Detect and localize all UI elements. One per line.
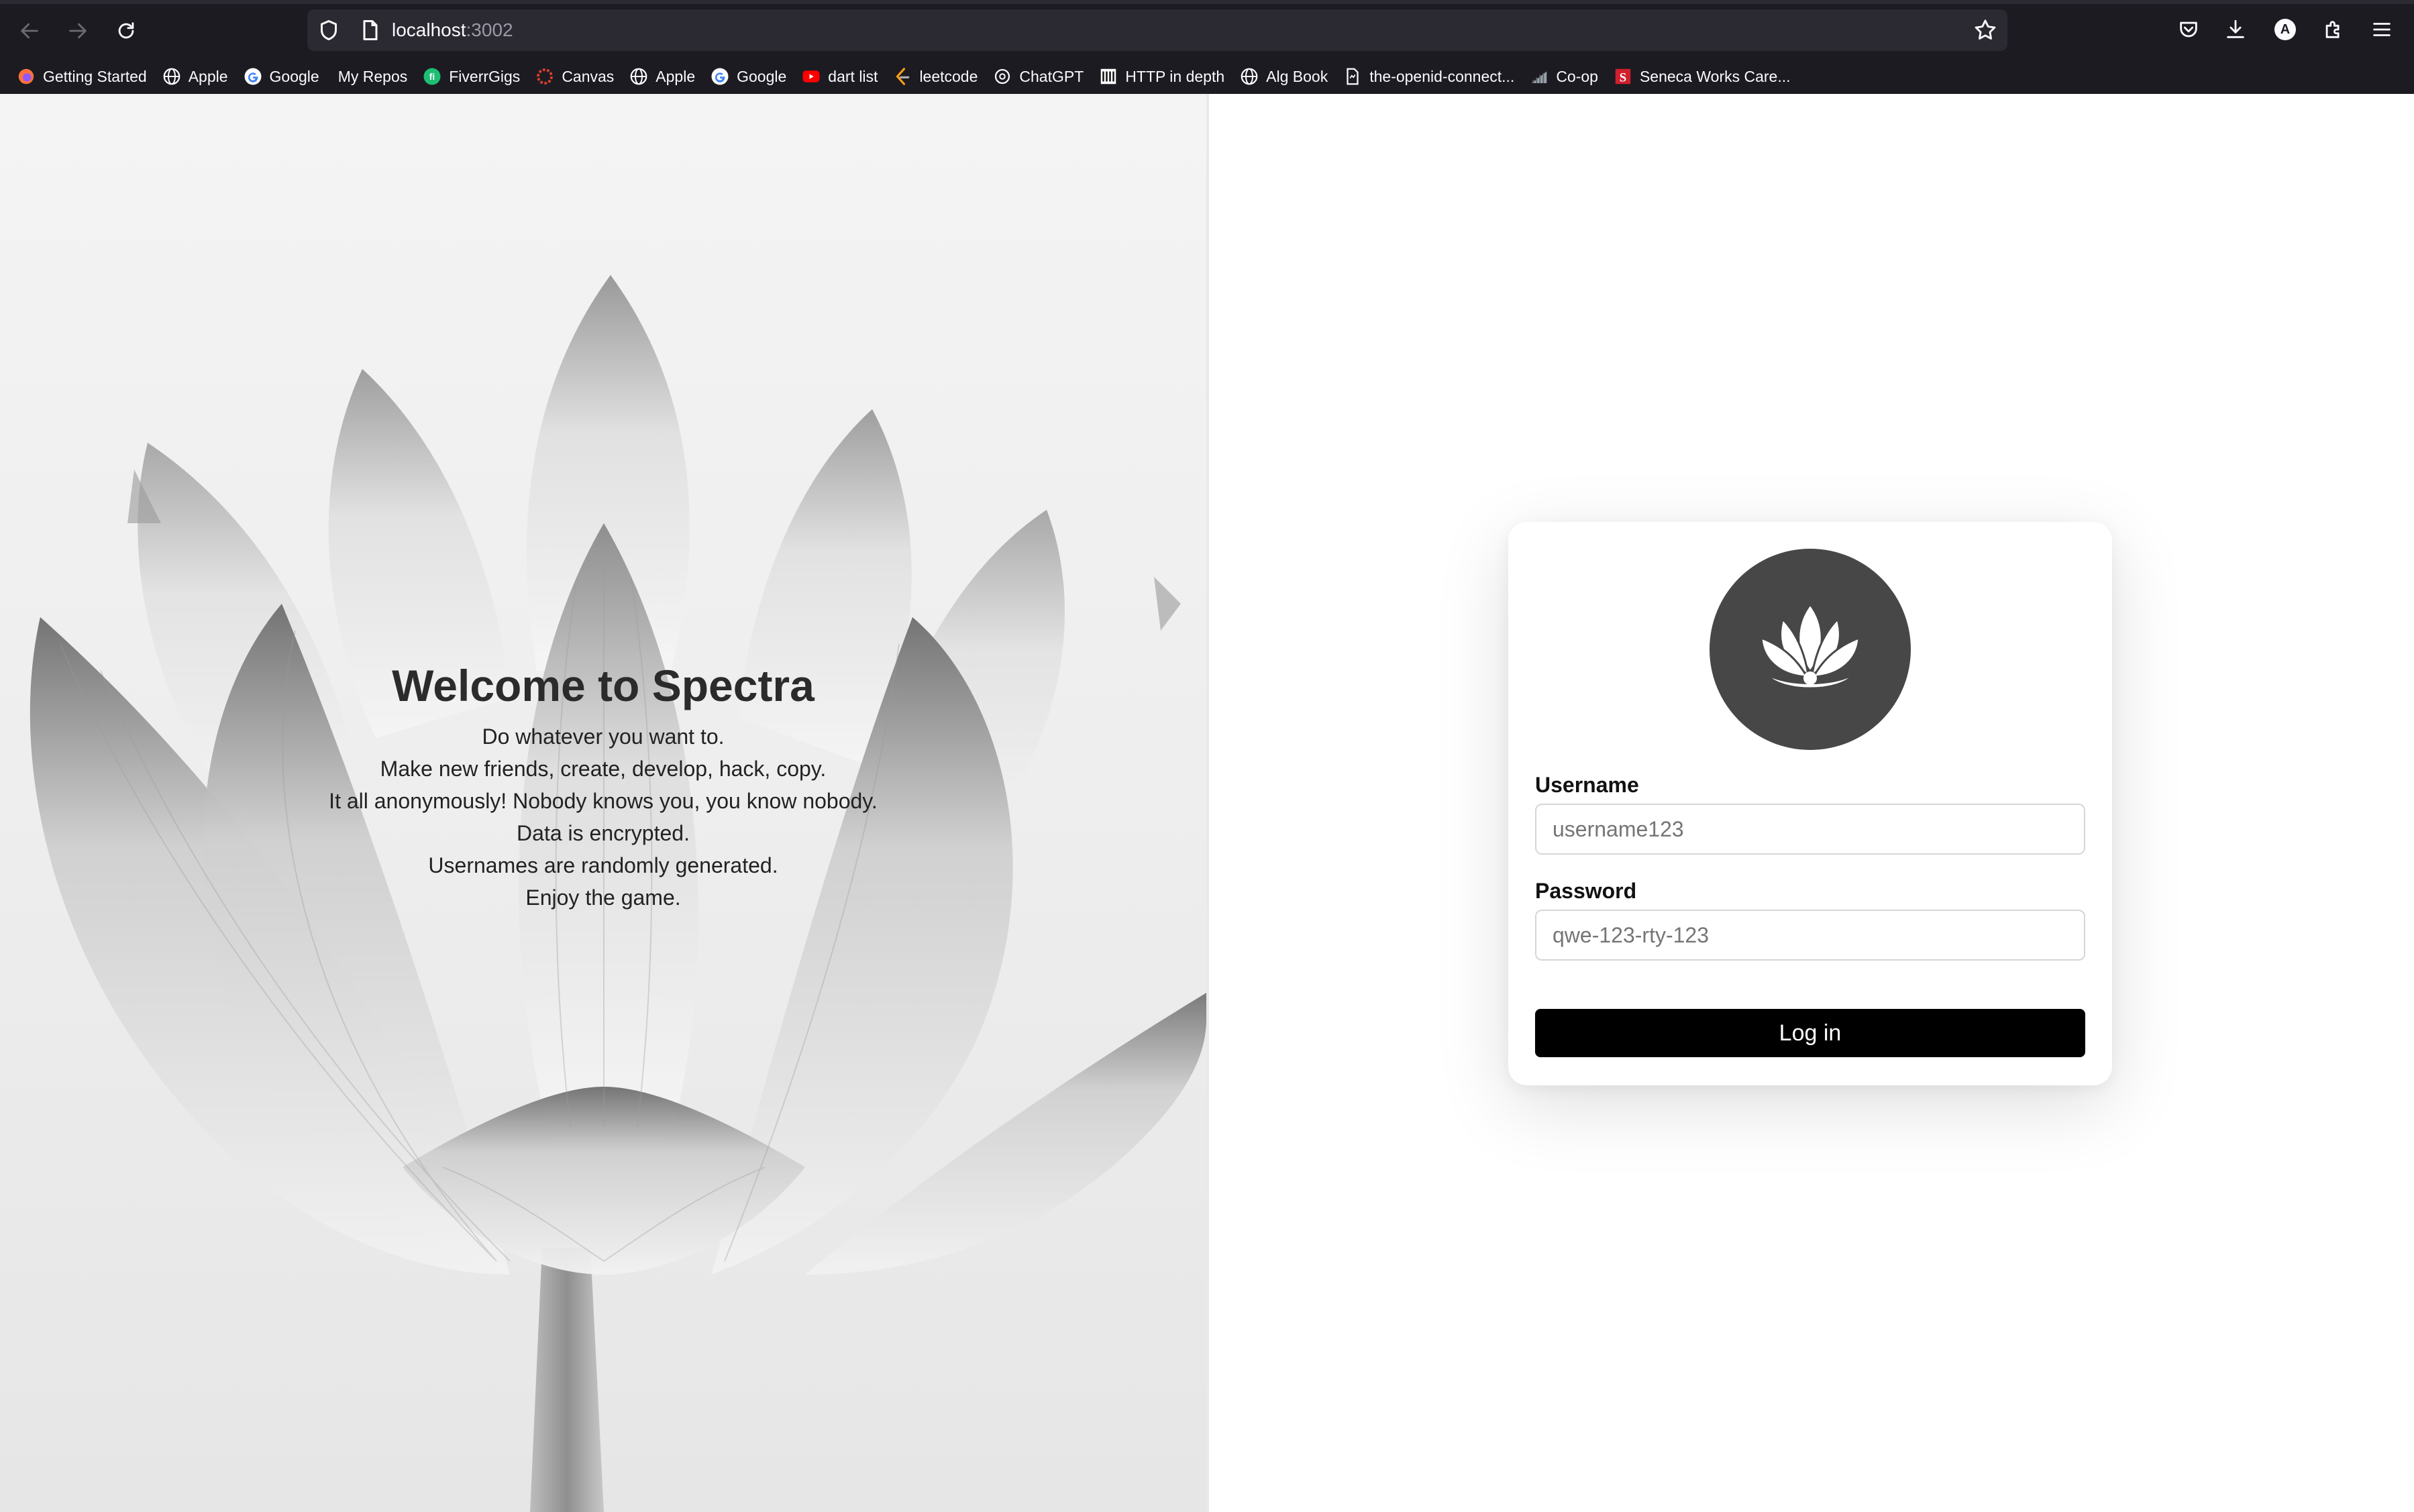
hero-line: Make new friends, create, develop, hack,… (380, 757, 827, 781)
http-icon (1098, 66, 1118, 87)
account-avatar: A (2274, 19, 2296, 40)
hero-line: Usernames are randomly generated. (428, 853, 778, 877)
downloads-button[interactable] (2221, 15, 2250, 44)
hero-line: Data is encrypted. (517, 821, 690, 845)
tab-strip (0, 0, 2414, 4)
bookmark-label: Co-op (1556, 67, 1598, 85)
bookmark-label: leetcode (919, 67, 978, 85)
lotus-logo-icon (1760, 603, 1860, 690)
puzzle-icon (2325, 21, 2340, 38)
youtube-icon (801, 66, 821, 87)
url-port: :3002 (466, 19, 513, 40)
forward-button[interactable] (60, 13, 95, 48)
reload-icon (118, 22, 134, 39)
bookmark-item[interactable]: fi FiverrGigs (419, 63, 528, 90)
bookmark-item[interactable]: Apple (159, 63, 236, 90)
url-host: localhost (392, 19, 466, 40)
download-icon (2227, 19, 2244, 38)
bookmark-label: Canvas (562, 67, 615, 85)
globe-icon (162, 66, 182, 87)
firefox-icon (16, 66, 36, 87)
username-input[interactable] (1535, 804, 2085, 855)
svg-text:S: S (1620, 71, 1626, 85)
tracking-shield-icon[interactable] (317, 18, 341, 42)
app-menu-button[interactable] (2367, 15, 2397, 44)
bookmarks-toolbar: Getting Started Apple Google My Repos fi Five… (0, 59, 2414, 94)
chart-icon (1529, 66, 1549, 87)
url-text[interactable]: localhost:3002 (392, 19, 513, 42)
canvas-icon (535, 66, 555, 87)
bookmark-item[interactable]: the-openid-connect... (1340, 63, 1522, 90)
bookmark-item[interactable]: Apple (626, 63, 703, 90)
bookmark-label: Apple (188, 67, 228, 85)
extensions-button[interactable] (2319, 15, 2348, 44)
bookmark-label: Google (269, 67, 319, 85)
hero-line: Do whatever you want to. (482, 724, 725, 749)
bookmark-item[interactable]: HTTP in depth (1096, 63, 1232, 90)
bookmark-label: the-openid-connect... (1369, 67, 1515, 85)
pocket-icon (2180, 21, 2197, 38)
hero-title: Welcome to Spectra (392, 661, 815, 710)
browser-toolbar: localhost:3002 A (0, 0, 2414, 59)
bookmark-label: Getting Started (43, 67, 147, 85)
bookmark-item[interactable]: Google (240, 63, 327, 90)
login-card: Username Password Log in (1508, 522, 2112, 1085)
forward-arrow-icon (69, 23, 87, 39)
bookmark-label: Seneca Works Care... (1639, 67, 1791, 85)
reload-button[interactable] (109, 13, 144, 48)
address-bar[interactable]: localhost:3002 (307, 9, 2007, 51)
leetcode-icon (892, 66, 912, 87)
bookmark-label: ChatGPT (1019, 67, 1084, 85)
login-button[interactable]: Log in (1535, 1009, 2085, 1057)
google-icon (243, 66, 263, 87)
seneca-icon: S (1613, 66, 1633, 87)
bookmark-item[interactable]: ChatGPT (990, 63, 1092, 90)
hero-line: It all anonymously! Nobody knows you, yo… (329, 789, 878, 813)
bookmark-star-icon[interactable] (1973, 17, 1998, 43)
username-label: Username (1535, 773, 1639, 797)
pocket-button[interactable] (2174, 15, 2203, 44)
bookmark-label: HTTP in depth (1125, 67, 1225, 85)
google-icon (710, 66, 730, 87)
bookmark-item[interactable]: S Seneca Works Care... (1610, 63, 1799, 90)
bookmark-label: Apple (655, 67, 696, 85)
chatgpt-icon (992, 66, 1012, 87)
bookmark-item[interactable]: My Repos (331, 63, 416, 90)
bookmark-item[interactable]: leetcode (890, 63, 986, 90)
bookmark-item[interactable]: dart list (798, 63, 886, 90)
hero-panel: Welcome to Spectra Do whatever you want … (0, 94, 1206, 1512)
bookmark-label: Alg Book (1266, 67, 1328, 85)
bookmark-label: Google (737, 67, 787, 85)
bookmark-item[interactable]: Getting Started (13, 63, 155, 90)
bookmark-label: FiverrGigs (449, 67, 521, 85)
bookmark-item[interactable]: Google (707, 63, 794, 90)
globe-icon (629, 66, 649, 87)
bookmark-label: My Repos (337, 67, 408, 85)
bookmark-label: dart list (828, 67, 878, 85)
bookmark-item[interactable]: Canvas (532, 63, 622, 90)
back-arrow-icon (21, 23, 38, 39)
globe-icon (1239, 66, 1259, 87)
panel-divider (1206, 94, 1209, 1512)
back-button[interactable] (12, 13, 47, 48)
app-logo (1710, 549, 1911, 750)
hero-text-block: Welcome to Spectra Do whatever you want … (0, 659, 1206, 914)
password-input[interactable] (1535, 910, 2085, 961)
fiverr-icon: fi (422, 66, 442, 87)
document-icon (1343, 66, 1363, 87)
bookmark-item[interactable]: Co-op (1526, 63, 1606, 90)
page-content: Welcome to Spectra Do whatever you want … (0, 94, 2414, 1512)
password-label: Password (1535, 879, 1637, 903)
svg-text:fi: fi (429, 72, 435, 82)
hero-line: Enjoy the game. (525, 885, 681, 910)
hamburger-menu-icon (2373, 23, 2391, 36)
bookmark-item[interactable]: Alg Book (1237, 63, 1336, 90)
page-info-icon[interactable] (358, 18, 382, 42)
account-button[interactable]: A (2270, 15, 2300, 44)
